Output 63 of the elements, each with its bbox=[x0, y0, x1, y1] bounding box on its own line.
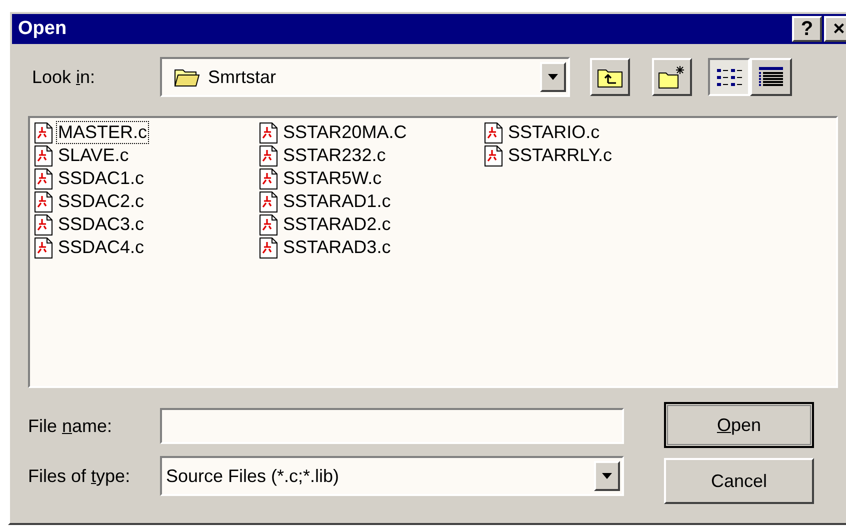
file-name: SSTARAD1.c bbox=[282, 190, 392, 213]
document-icon bbox=[259, 190, 279, 212]
file-item[interactable]: SSTAR232.c bbox=[259, 144, 484, 167]
file-item[interactable]: SSTARRLY.c bbox=[484, 144, 709, 167]
up-folder-button[interactable] bbox=[590, 58, 630, 96]
look-in-label: Look in: bbox=[31, 66, 96, 88]
file-type-label: Files of type: bbox=[27, 464, 132, 488]
file-item[interactable]: SSTAR20MA.C bbox=[259, 121, 484, 144]
file-name: SSTARAD3.c bbox=[282, 236, 392, 259]
new-folder-icon bbox=[658, 65, 686, 89]
details-view-icon bbox=[757, 65, 785, 89]
file-name: SSTARAD2.c bbox=[282, 213, 392, 236]
document-icon bbox=[34, 122, 54, 144]
document-icon bbox=[34, 168, 54, 190]
file-name: SSDAC4.c bbox=[57, 236, 146, 259]
file-item[interactable]: SSTARAD1.c bbox=[259, 190, 484, 213]
file-name: SSTARRLY.c bbox=[507, 144, 614, 167]
look-in-value: Smrtstar bbox=[208, 66, 278, 88]
cancel-button[interactable]: Cancel bbox=[664, 458, 814, 504]
file-item[interactable]: SSDAC3.c bbox=[34, 213, 259, 236]
document-icon bbox=[484, 122, 504, 144]
file-name: SSTAR20MA.C bbox=[282, 121, 408, 144]
file-item[interactable]: SSDAC4.c bbox=[34, 236, 259, 259]
file-item[interactable]: SSTARAD2.c bbox=[259, 213, 484, 236]
file-name: SSTAR232.c bbox=[282, 144, 387, 167]
file-name: SSDAC2.c bbox=[57, 190, 146, 213]
help-button[interactable]: ? bbox=[792, 16, 822, 42]
file-name: MASTER.c bbox=[56, 121, 150, 144]
document-icon bbox=[34, 144, 54, 166]
file-name: SSDAC1.c bbox=[57, 167, 146, 190]
file-type-dropdown[interactable]: Source Files (*.c;*.lib) bbox=[160, 456, 624, 496]
document-icon bbox=[34, 236, 54, 258]
window-title: Open bbox=[18, 16, 68, 41]
file-item[interactable]: SSTARIO.c bbox=[484, 121, 709, 144]
document-icon bbox=[259, 168, 279, 190]
file-item[interactable]: MASTER.c bbox=[34, 121, 259, 144]
file-name-label: File name: bbox=[27, 414, 114, 438]
document-icon bbox=[34, 214, 54, 236]
file-name: SLAVE.c bbox=[57, 144, 130, 167]
file-item[interactable]: SSTAR5W.c bbox=[259, 167, 484, 190]
file-name: SSTARIO.c bbox=[507, 121, 601, 144]
details-view-button[interactable] bbox=[750, 58, 792, 96]
file-item[interactable]: SSDAC2.c bbox=[34, 190, 259, 213]
new-folder-button[interactable] bbox=[652, 58, 692, 96]
file-item[interactable]: SSDAC1.c bbox=[34, 167, 259, 190]
document-icon bbox=[259, 144, 279, 166]
list-view-icon bbox=[715, 66, 743, 88]
document-icon bbox=[259, 122, 279, 144]
document-icon bbox=[259, 214, 279, 236]
look-in-dropdown[interactable]: Smrtstar bbox=[160, 57, 570, 97]
folder-icon bbox=[174, 67, 200, 87]
document-icon bbox=[484, 144, 504, 166]
list-view-button[interactable] bbox=[708, 58, 750, 96]
document-icon bbox=[34, 190, 54, 212]
file-item[interactable]: SSTARAD3.c bbox=[259, 236, 484, 259]
file-name: SSTAR5W.c bbox=[282, 167, 383, 190]
file-type-value: Source Files (*.c;*.lib) bbox=[166, 464, 340, 488]
open-button[interactable]: Open bbox=[664, 402, 814, 448]
file-item[interactable]: SLAVE.c bbox=[34, 144, 259, 167]
document-icon bbox=[259, 236, 279, 258]
close-button[interactable]: × bbox=[824, 16, 846, 42]
file-name-field[interactable] bbox=[160, 408, 624, 444]
file-name: SSDAC3.c bbox=[57, 213, 146, 236]
